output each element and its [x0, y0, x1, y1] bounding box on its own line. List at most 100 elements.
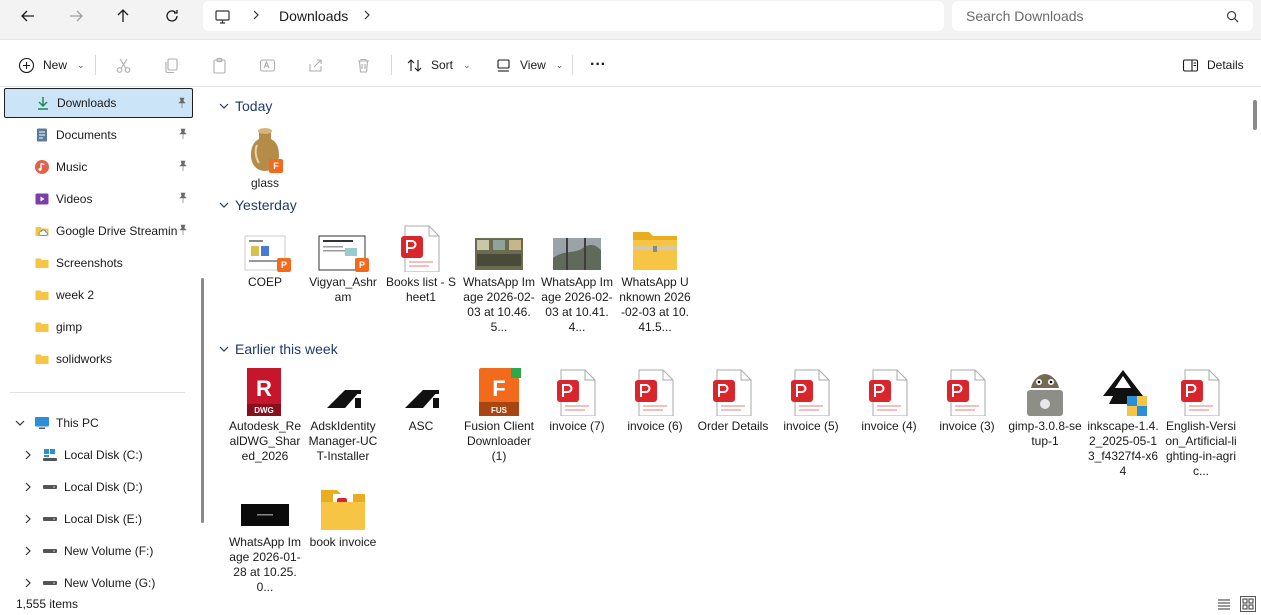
- file-item[interactable]: book invoice: [306, 484, 380, 550]
- file-item[interactable]: AdskIdentityManager-UCT-Installer: [306, 368, 380, 464]
- group-header-earlier-this-week[interactable]: Earlier this week: [219, 338, 338, 360]
- pin-icon[interactable]: [176, 97, 188, 109]
- file-item[interactable]: gimp-3.0.8-setup-1: [1008, 368, 1082, 449]
- sidebar-item-drive-c[interactable]: Local Disk (C:): [4, 440, 193, 470]
- group-header-today[interactable]: Today: [219, 95, 272, 117]
- sidebar-item-google-drive[interactable]: Google Drive Streaming: [4, 216, 193, 246]
- file-item[interactable]: WhatsApp Image 2026-02-03 at 10.46.5...: [462, 224, 536, 335]
- file-name: ASC: [408, 419, 434, 433]
- file-name: WhatsApp Image 2026-01-28 at 10.25.0...: [228, 535, 302, 594]
- rename-button[interactable]: [259, 53, 276, 77]
- sort-button[interactable]: Sort ⌄: [406, 53, 471, 77]
- file-name: AdskIdentityManager-UCT-Installer: [308, 419, 378, 463]
- drive-icon: [42, 575, 58, 591]
- file-name: Fusion Client Downloader (1): [463, 419, 535, 463]
- chevron-right-icon[interactable]: [22, 577, 34, 589]
- search-icon[interactable]: [1226, 10, 1239, 23]
- sidebar-item-videos[interactable]: Videos: [4, 184, 193, 214]
- delete-button[interactable]: [355, 53, 372, 77]
- pin-icon[interactable]: [177, 160, 189, 172]
- command-bar: New ⌄ Sort ⌄ View ⌄ ··· Details: [0, 41, 1261, 87]
- chevron-down-icon[interactable]: [14, 417, 26, 429]
- file-item[interactable]: R DWG Autodesk_RealDWG_Shared_2026: [228, 368, 302, 464]
- pin-icon[interactable]: [177, 192, 189, 204]
- sort-arrows-icon: [407, 58, 422, 72]
- sidebar-scrollbar[interactable]: [201, 278, 204, 523]
- file-item[interactable]: invoice (4): [852, 368, 926, 434]
- large-icons-view-icon[interactable]: [1240, 596, 1256, 612]
- file-item[interactable]: English-Version_Artificial-lighting-in-a…: [1164, 368, 1238, 479]
- file-item[interactable]: WhatsApp Image 2026-02-03 at 10.41.4...: [540, 224, 614, 335]
- sidebar-item-week-2[interactable]: week 2: [4, 280, 193, 310]
- pdf-icon: [627, 368, 683, 416]
- forward-button[interactable]: [60, 4, 92, 28]
- sidebar-item-drive-f[interactable]: New Volume (F:): [4, 536, 193, 566]
- address-field[interactable]: Downloads: [203, 1, 944, 31]
- file-item[interactable]: invoice (3): [930, 368, 1004, 434]
- share-button[interactable]: [307, 53, 324, 77]
- back-button[interactable]: [12, 4, 44, 28]
- search-box[interactable]: [952, 1, 1253, 31]
- copy-button[interactable]: [163, 53, 180, 77]
- chevron-right-icon[interactable]: [362, 9, 372, 23]
- sidebar-item-solidworks[interactable]: solidworks: [4, 344, 193, 374]
- details-pane-button[interactable]: Details: [1182, 53, 1244, 77]
- windows-drive-icon: [42, 447, 58, 463]
- sidebar-item-downloads[interactable]: Downloads: [4, 88, 193, 118]
- inkscape-icon: [1095, 368, 1151, 416]
- video-icon: [34, 191, 50, 207]
- powerpoint-image-icon: P: [315, 224, 371, 272]
- file-item[interactable]: P COEP: [228, 224, 302, 290]
- more-options-button[interactable]: ···: [590, 53, 606, 77]
- chevron-right-icon[interactable]: [22, 481, 34, 493]
- sidebar-item-drive-d[interactable]: Local Disk (D:): [4, 472, 193, 502]
- sidebar-item-this-pc[interactable]: This PC: [4, 408, 193, 438]
- file-item[interactable]: Books list - Sheet1: [384, 224, 458, 305]
- pdf-icon: [705, 368, 761, 416]
- file-item[interactable]: inkscape-1.4.2_2025-05-13_f4327f4-x64: [1086, 368, 1160, 479]
- sidebar-item-screenshots[interactable]: Screenshots: [4, 248, 193, 278]
- file-item[interactable]: invoice (6): [618, 368, 692, 434]
- navigation-pane: Downloads Documents Music Videos Google …: [0, 88, 204, 594]
- file-item[interactable]: ASC: [384, 368, 458, 434]
- fusion-model-icon: F: [237, 125, 293, 173]
- file-item[interactable]: WhatsApp Unknown 2026-02-03 at 10.41.5..…: [618, 224, 692, 335]
- search-input[interactable]: [966, 8, 1206, 24]
- details-view-icon[interactable]: [1217, 597, 1231, 611]
- breadcrumb-downloads[interactable]: Downloads: [279, 8, 348, 24]
- cut-button[interactable]: [115, 53, 132, 77]
- details-pane-icon: [1182, 58, 1199, 72]
- paste-button[interactable]: [211, 53, 228, 77]
- new-button[interactable]: New ⌄: [18, 53, 85, 77]
- chevron-right-icon[interactable]: [22, 449, 34, 461]
- file-item[interactable]: invoice (7): [540, 368, 614, 434]
- sidebar-item-music[interactable]: Music: [4, 152, 193, 182]
- pin-icon[interactable]: [177, 128, 189, 140]
- file-name: inkscape-1.4.2_2025-05-13_f4327f4-x64: [1087, 419, 1159, 478]
- sidebar-item-documents[interactable]: Documents: [4, 120, 193, 150]
- view-button[interactable]: View ⌄: [495, 53, 563, 77]
- file-item[interactable]: F FUS Fusion Client Downloader (1): [462, 368, 536, 464]
- file-item[interactable]: P Vigyan_Ashram: [306, 224, 380, 305]
- group-header-yesterday[interactable]: Yesterday: [219, 194, 297, 216]
- divider: [95, 55, 96, 75]
- chevron-right-icon[interactable]: [22, 513, 34, 525]
- chevron-right-icon[interactable]: [22, 545, 34, 557]
- pin-icon[interactable]: [177, 224, 189, 236]
- file-item[interactable]: invoice (5): [774, 368, 848, 434]
- file-item[interactable]: F glass: [228, 125, 302, 191]
- sidebar-item-drive-e[interactable]: Local Disk (E:): [4, 504, 193, 534]
- sidebar-item-label: gimp: [56, 320, 83, 334]
- svg-text:FUS: FUS: [491, 406, 508, 415]
- file-item[interactable]: WhatsApp Image 2026-01-28 at 10.25.0...: [228, 484, 302, 594]
- file-name: invoice (4): [861, 419, 917, 433]
- sidebar-item-gimp[interactable]: gimp: [4, 312, 193, 342]
- status-bar: 1,555 items: [0, 594, 1261, 615]
- up-button[interactable]: [107, 4, 139, 28]
- pdf-folder-icon: [315, 484, 371, 532]
- file-list-scrollbar[interactable]: [1253, 100, 1257, 130]
- sort-label: Sort: [431, 58, 454, 72]
- chevron-right-icon[interactable]: [251, 9, 261, 23]
- refresh-button[interactable]: [156, 4, 188, 28]
- file-item[interactable]: Order Details: [696, 368, 770, 434]
